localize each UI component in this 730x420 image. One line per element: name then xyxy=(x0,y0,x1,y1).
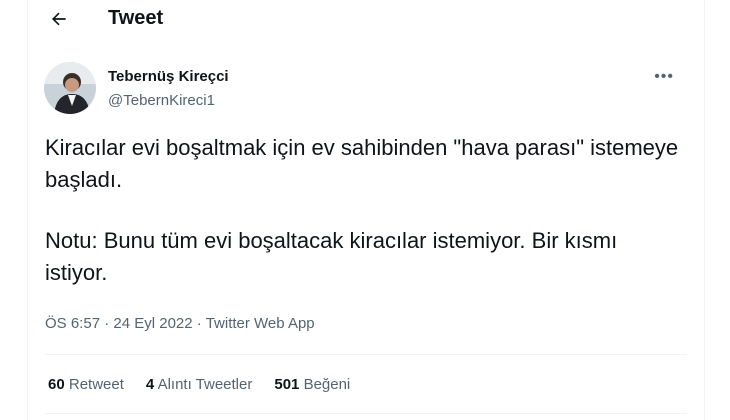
stat-label: Retweet xyxy=(68,376,124,393)
back-button[interactable] xyxy=(44,4,74,34)
stat-count: 60 xyxy=(48,376,65,393)
tweet-stats: 60 Retweet 4 Alıntı Tweetler 501 Beğeni xyxy=(48,376,350,393)
stat-count: 4 xyxy=(145,376,155,393)
author-handle[interactable]: @TebernKireci1 xyxy=(108,92,215,109)
stat-label: Alıntı Tweetler xyxy=(157,376,253,393)
tweet-source-link[interactable]: Twitter Web App xyxy=(206,315,315,332)
author-display-name[interactable]: Tebernüş Kireçci xyxy=(108,68,229,85)
tweet-column: Tweet Tebernüş Kireçci @TebernKireci1 ••… xyxy=(27,0,705,420)
tweet-time: ÖS 6:57 xyxy=(45,315,101,332)
more-options-button[interactable]: ••• xyxy=(654,68,674,86)
stat-count: 501 xyxy=(274,376,300,393)
divider xyxy=(45,354,687,355)
tweet-meta: ÖS 6:57 · 24 Eyl 2022 · Twitter Web App xyxy=(45,315,315,332)
tweet-time-link[interactable]: ÖS 6:57 · 24 Eyl 2022 xyxy=(45,315,193,332)
tweet-paragraph: Kiracılar evi boşaltmak için ev sahibind… xyxy=(45,135,679,192)
meta-separator: · xyxy=(104,315,110,332)
avatar[interactable] xyxy=(44,62,96,114)
page-header: Tweet xyxy=(28,0,704,40)
arrow-left-icon xyxy=(52,12,66,26)
tweet-paragraph: Notu: Bunu tüm evi boşaltacak kiracılar … xyxy=(45,228,618,285)
quote-tweet-count-link[interactable]: 4 Alıntı Tweetler xyxy=(146,376,252,393)
tweet-date: 24 Eyl 2022 xyxy=(113,315,193,332)
more-horizontal-icon: ••• xyxy=(654,68,674,85)
retweet-count-link[interactable]: 60 Retweet xyxy=(48,376,124,393)
tweet-text: Kiracılar evi boşaltmak için ev sahibind… xyxy=(45,132,685,289)
stat-label: Beğeni xyxy=(303,376,351,393)
like-count-link[interactable]: 501 Beğeni xyxy=(274,376,350,393)
page-title: Tweet xyxy=(108,7,164,29)
divider xyxy=(45,413,687,414)
meta-separator: · xyxy=(196,315,202,332)
